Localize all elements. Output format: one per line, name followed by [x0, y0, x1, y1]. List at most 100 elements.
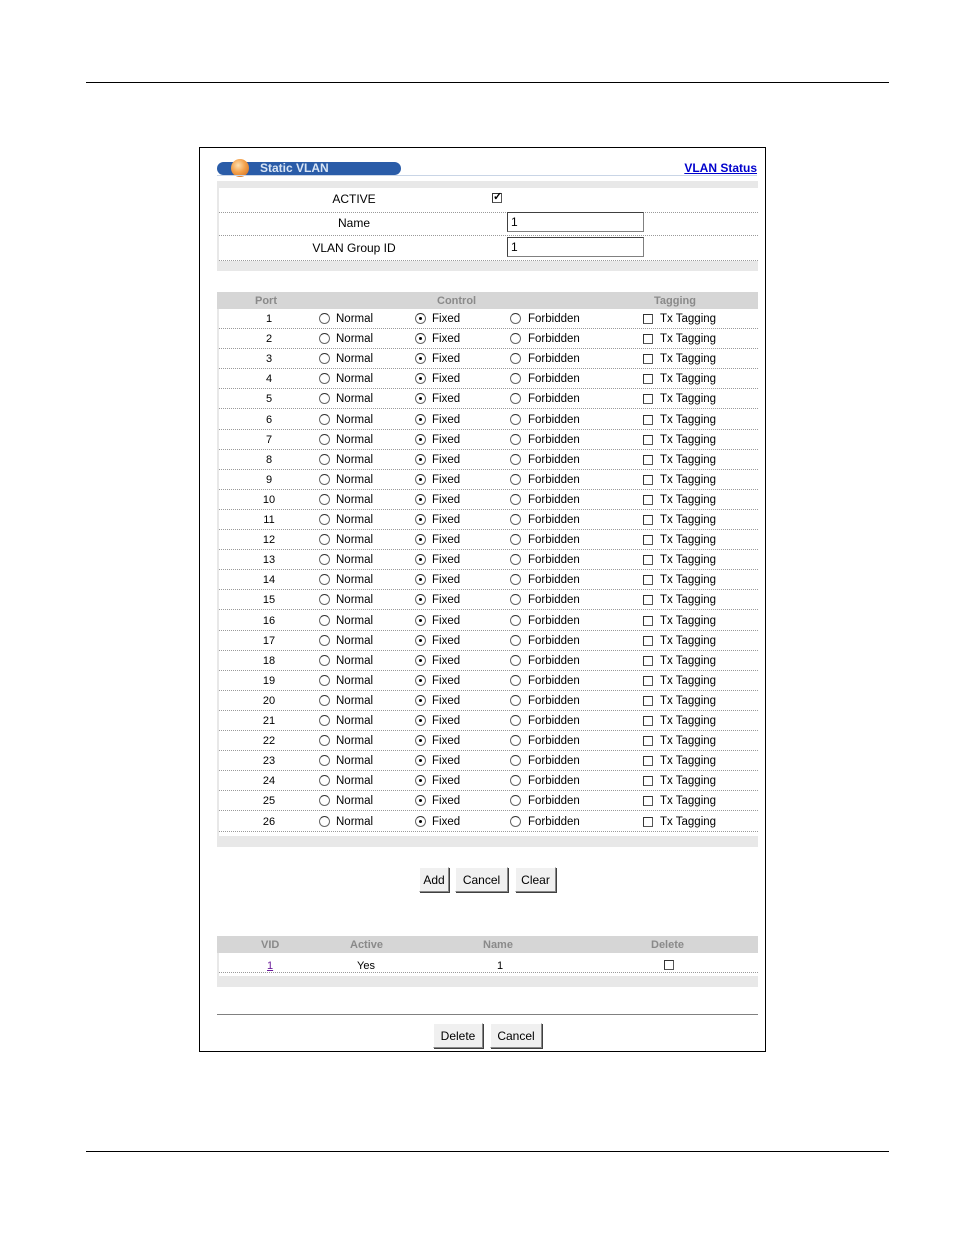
- delete-checkbox[interactable]: [664, 960, 674, 970]
- active-checkbox[interactable]: [492, 190, 502, 203]
- tx-tagging-checkbox[interactable]: [643, 454, 653, 465]
- radio-forbidden[interactable]: [510, 493, 521, 505]
- tx-tagging-checkbox[interactable]: [643, 374, 653, 385]
- radio-normal[interactable]: [319, 654, 330, 666]
- radio-forbidden[interactable]: [510, 654, 521, 666]
- radio-normal[interactable]: [319, 775, 330, 787]
- cancel-button[interactable]: Cancel: [455, 867, 508, 892]
- radio-forbidden[interactable]: [510, 554, 521, 566]
- tx-tagging-checkbox[interactable]: [643, 394, 653, 405]
- radio-normal[interactable]: [319, 674, 330, 686]
- radio-forbidden[interactable]: [510, 534, 521, 546]
- cancel-delete-button[interactable]: Cancel: [490, 1023, 542, 1048]
- radio-normal[interactable]: [319, 534, 330, 546]
- radio-fixed[interactable]: [415, 694, 426, 706]
- radio-fixed[interactable]: [415, 614, 426, 626]
- radio-forbidden[interactable]: [510, 634, 521, 646]
- radio-fixed[interactable]: [415, 353, 426, 365]
- tx-tagging-checkbox[interactable]: [643, 575, 653, 586]
- add-button[interactable]: Add: [419, 867, 449, 892]
- radio-forbidden[interactable]: [510, 473, 521, 485]
- tx-tagging-checkbox[interactable]: [643, 816, 653, 827]
- radio-fixed[interactable]: [415, 493, 426, 505]
- tx-tagging-checkbox[interactable]: [643, 736, 653, 747]
- radio-normal[interactable]: [319, 795, 330, 807]
- radio-forbidden[interactable]: [510, 413, 521, 425]
- radio-fixed[interactable]: [415, 453, 426, 465]
- radio-forbidden[interactable]: [510, 333, 521, 345]
- tx-tagging-checkbox[interactable]: [643, 695, 653, 706]
- radio-forbidden[interactable]: [510, 453, 521, 465]
- tx-tagging-checkbox[interactable]: [643, 314, 653, 324]
- tx-tagging-checkbox[interactable]: [643, 595, 653, 606]
- radio-forbidden[interactable]: [510, 313, 521, 324]
- tx-tagging-checkbox[interactable]: [643, 494, 653, 505]
- radio-forbidden[interactable]: [510, 674, 521, 686]
- radio-fixed[interactable]: [415, 654, 426, 666]
- radio-normal[interactable]: [319, 433, 330, 445]
- radio-normal[interactable]: [319, 554, 330, 566]
- tx-tagging-checkbox[interactable]: [643, 615, 653, 626]
- radio-fixed[interactable]: [415, 413, 426, 425]
- radio-fixed[interactable]: [415, 735, 426, 747]
- radio-normal[interactable]: [319, 313, 330, 324]
- radio-normal[interactable]: [319, 413, 330, 425]
- radio-fixed[interactable]: [415, 594, 426, 606]
- radio-forbidden[interactable]: [510, 353, 521, 365]
- radio-forbidden[interactable]: [510, 775, 521, 787]
- radio-fixed[interactable]: [415, 373, 426, 385]
- tx-tagging-checkbox[interactable]: [643, 796, 653, 807]
- vid-link[interactable]: 1: [267, 960, 273, 972]
- radio-normal[interactable]: [319, 493, 330, 505]
- radio-fixed[interactable]: [415, 634, 426, 646]
- tx-tagging-checkbox[interactable]: [643, 756, 653, 767]
- radio-normal[interactable]: [319, 333, 330, 345]
- radio-normal[interactable]: [319, 634, 330, 646]
- radio-normal[interactable]: [319, 353, 330, 365]
- radio-forbidden[interactable]: [510, 393, 521, 405]
- radio-fixed[interactable]: [415, 755, 426, 767]
- radio-normal[interactable]: [319, 614, 330, 626]
- radio-normal[interactable]: [319, 694, 330, 706]
- radio-fixed[interactable]: [415, 393, 426, 405]
- tx-tagging-checkbox[interactable]: [643, 334, 653, 345]
- delete-button[interactable]: Delete: [433, 1023, 483, 1048]
- radio-fixed[interactable]: [415, 333, 426, 345]
- radio-forbidden[interactable]: [510, 755, 521, 767]
- radio-fixed[interactable]: [415, 715, 426, 726]
- tx-tagging-checkbox[interactable]: [643, 716, 653, 726]
- radio-forbidden[interactable]: [510, 514, 521, 525]
- tx-tagging-checkbox[interactable]: [643, 635, 653, 646]
- radio-fixed[interactable]: [415, 574, 426, 586]
- radio-normal[interactable]: [319, 755, 330, 767]
- radio-normal[interactable]: [319, 574, 330, 586]
- vlan-status-link[interactable]: VLAN Status: [684, 161, 757, 175]
- radio-forbidden[interactable]: [510, 574, 521, 586]
- radio-forbidden[interactable]: [510, 373, 521, 385]
- tx-tagging-checkbox[interactable]: [643, 414, 653, 425]
- radio-forbidden[interactable]: [510, 594, 521, 606]
- tx-tagging-checkbox[interactable]: [643, 555, 653, 566]
- radio-forbidden[interactable]: [510, 735, 521, 747]
- radio-forbidden[interactable]: [510, 694, 521, 706]
- tx-tagging-checkbox[interactable]: [643, 655, 653, 666]
- tx-tagging-checkbox[interactable]: [643, 776, 653, 787]
- radio-forbidden[interactable]: [510, 433, 521, 445]
- radio-fixed[interactable]: [415, 554, 426, 566]
- radio-fixed[interactable]: [415, 795, 426, 807]
- radio-normal[interactable]: [319, 594, 330, 606]
- radio-forbidden[interactable]: [510, 614, 521, 626]
- radio-fixed[interactable]: [415, 313, 426, 324]
- tx-tagging-checkbox[interactable]: [643, 535, 653, 546]
- group-id-field[interactable]: [507, 237, 644, 257]
- radio-forbidden[interactable]: [510, 715, 521, 726]
- tx-tagging-checkbox[interactable]: [643, 354, 653, 365]
- tx-tagging-checkbox[interactable]: [643, 675, 653, 686]
- radio-normal[interactable]: [319, 715, 330, 726]
- radio-normal[interactable]: [319, 815, 330, 827]
- radio-normal[interactable]: [319, 453, 330, 465]
- radio-fixed[interactable]: [415, 433, 426, 445]
- radio-normal[interactable]: [319, 373, 330, 385]
- clear-button[interactable]: Clear: [515, 867, 556, 892]
- radio-normal[interactable]: [319, 473, 330, 485]
